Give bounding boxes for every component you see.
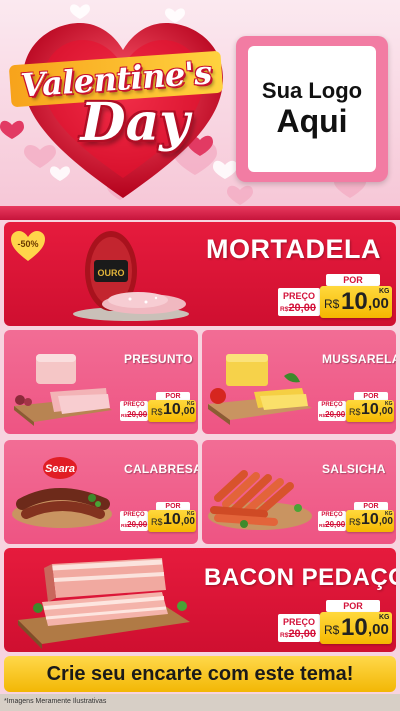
product-name: PRESUNTO	[124, 352, 193, 366]
currency-symbol: R$	[324, 297, 340, 311]
current-price: R$ 10 ,00 KG	[346, 510, 394, 532]
preco-label: PREÇO	[282, 617, 315, 627]
price-decimal: ,00	[368, 621, 389, 638]
mortadela-pack-brand: OURO	[98, 268, 125, 278]
price-decimal: ,00	[368, 295, 389, 312]
create-flyer-button[interactable]: Crie seu encarte com este tema!	[4, 656, 396, 692]
mussarela-image-icon	[208, 354, 312, 425]
current-price: R$ 10 ,00 KG	[148, 400, 196, 422]
unit-label: KG	[385, 401, 393, 407]
price-decimal: ,00	[379, 406, 393, 417]
preco-label: PREÇO	[321, 512, 343, 518]
preco-box: PREÇO R$20,00	[278, 614, 320, 642]
price-integer: 10	[361, 511, 379, 528]
disclaimer-text: *Imagens Meramente Ilustrativas	[0, 694, 400, 711]
logo-text-line2: Aqui	[276, 103, 348, 140]
currency-symbol: R$	[151, 407, 163, 417]
old-price: R$20,00	[280, 628, 316, 640]
old-price: R$20,00	[280, 302, 316, 314]
title-day: Day	[80, 92, 190, 153]
product-card-salsicha[interactable]: SALSICHA POR PREÇO R$20,00 R$ 10 ,00 KG	[202, 440, 396, 544]
logo-placeholder[interactable]: Sua Logo Aqui	[236, 36, 388, 182]
price-tag: POR PREÇO R$20,00 R$ 10 ,00 KG	[278, 274, 392, 320]
price-decimal: ,00	[379, 516, 393, 527]
unit-label: KG	[379, 288, 390, 295]
currency-symbol: R$	[349, 407, 361, 417]
currency-symbol: R$	[324, 623, 340, 637]
currency-symbol: R$	[349, 517, 361, 527]
preco-label: PREÇO	[123, 512, 145, 518]
discount-badge: -50%	[17, 239, 39, 249]
price-integer: 10	[163, 511, 181, 528]
por-label: POR	[326, 600, 380, 612]
current-price: R$ 10 ,00 KG	[320, 612, 392, 644]
price-decimal: ,00	[181, 406, 195, 417]
product-card-mortadela[interactable]: -50% OURO MORTADELA POR PREÇO R$20,00 R$…	[4, 222, 396, 326]
presunto-image-icon	[14, 354, 112, 426]
unit-label: KG	[385, 511, 393, 517]
preco-label: PREÇO	[321, 402, 343, 408]
mortadela-image-icon: OURO	[73, 231, 189, 321]
current-price: R$ 10 ,00 KG	[346, 400, 394, 422]
preco-label: PREÇO	[123, 402, 145, 408]
price-tag: POR PREÇO R$20,00 R$ 10 ,00 KG	[120, 392, 196, 426]
logo-text-line1: Sua Logo	[261, 78, 363, 104]
price-decimal: ,00	[181, 516, 195, 527]
product-card-presunto[interactable]: PRESUNTO POR PREÇO R$20,00 R$ 10 ,00 KG	[4, 330, 198, 434]
logo-box: Sua Logo Aqui	[248, 46, 376, 172]
unit-label: KG	[379, 614, 390, 621]
header-divider	[0, 206, 400, 220]
price-tag: POR PREÇO R$20,00 R$ 10 ,00 KG	[318, 502, 394, 536]
salsicha-image-icon	[208, 470, 312, 530]
old-price: R$20,00	[319, 410, 346, 419]
price-tag: POR PREÇO R$20,00 R$ 10 ,00 KG	[278, 600, 392, 646]
bacon-image-icon	[18, 558, 190, 649]
price-integer: 10	[341, 614, 368, 641]
current-price: R$ 10 ,00 KG	[148, 510, 196, 532]
preco-box: PREÇO R$20,00	[318, 511, 346, 531]
unit-label: KG	[187, 511, 195, 517]
product-name: MUSSARELA	[322, 352, 396, 366]
old-price: R$20,00	[319, 520, 346, 529]
price-tag: POR PREÇO R$20,00 R$ 10 ,00 KG	[318, 392, 394, 426]
preco-label: PREÇO	[282, 291, 315, 301]
old-price: R$20,00	[121, 410, 148, 419]
price-integer: 10	[341, 288, 368, 315]
preco-box: PREÇO R$20,00	[318, 401, 346, 421]
product-name: BACON PEDAÇO	[204, 564, 396, 591]
preco-box: PREÇO R$20,00	[278, 288, 320, 316]
product-name: CALABRESA	[124, 462, 198, 476]
preco-box: PREÇO R$20,00	[120, 511, 148, 531]
por-label: POR	[326, 274, 380, 286]
product-card-mussarela[interactable]: MUSSARELA POR PREÇO R$20,00 R$ 10 ,00 KG	[202, 330, 396, 434]
current-price: R$ 10 ,00 KG	[320, 286, 392, 318]
price-integer: 10	[163, 401, 181, 418]
product-card-bacon[interactable]: BACON PEDAÇO POR PREÇO R$20,00 R$ 10 ,00…	[4, 548, 396, 652]
calabresa-image-icon: Seara	[12, 457, 112, 528]
price-tag: POR PREÇO R$20,00 R$ 10 ,00 KG	[120, 502, 196, 536]
product-name: MORTADELA	[206, 234, 381, 264]
price-integer: 10	[361, 401, 379, 418]
preco-box: PREÇO R$20,00	[120, 401, 148, 421]
product-name: SALSICHA	[322, 462, 386, 476]
old-price: R$20,00	[121, 520, 148, 529]
currency-symbol: R$	[151, 517, 163, 527]
calabresa-pack-brand: Seara	[45, 463, 75, 475]
header-banner: Valentine's Day Sua Logo Aqui	[0, 0, 400, 215]
product-card-calabresa[interactable]: Seara CALABRESA POR PREÇO R$20,00 R$ 10 …	[4, 440, 198, 544]
unit-label: KG	[187, 401, 195, 407]
